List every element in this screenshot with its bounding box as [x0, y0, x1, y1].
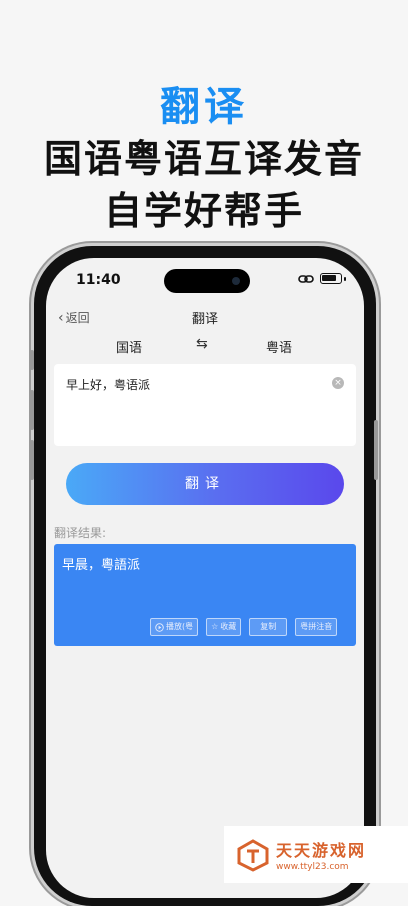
watermark-logo-icon: [237, 838, 269, 872]
phone-screen: 11:40 ‹ 返回 翻译 国语 ⇆ 粤语 早上好，粤语派 × 翻译 翻译结果:…: [46, 258, 364, 898]
nav-bar: ‹ 返回 翻译: [46, 306, 364, 330]
dynamic-island: [164, 269, 250, 293]
star-icon: ☆: [211, 622, 219, 631]
result-text: 早晨，粵語派: [62, 558, 141, 573]
result-actions: 播放(粤 ☆ 收藏 复制 粤拼注音: [150, 618, 338, 636]
watermark: 天天游戏网 www.ttyl23.com: [224, 826, 408, 883]
play-label: 播放(粤: [166, 622, 194, 631]
status-time: 11:40: [76, 272, 121, 288]
translate-button[interactable]: 翻译: [66, 463, 344, 505]
copy-label: 复制: [260, 622, 277, 631]
favorite-button[interactable]: ☆ 收藏: [206, 618, 242, 636]
clear-icon[interactable]: ×: [332, 377, 344, 389]
source-text-input[interactable]: 早上好，粤语派 ×: [54, 364, 356, 446]
headline-subtitle-2: 自学好帮手: [103, 189, 304, 233]
target-language[interactable]: 粤语: [266, 337, 292, 356]
result-label: 翻译结果:: [54, 526, 107, 540]
phone-side-button: [374, 420, 378, 480]
swap-icon[interactable]: ⇆: [196, 336, 208, 352]
link-icon: [298, 274, 314, 283]
status-icons: [298, 273, 346, 284]
phone-side-button: [30, 390, 34, 430]
headline-subtitle-1: 国语粤语互译发音: [43, 137, 364, 181]
battery-icon: [320, 273, 342, 284]
play-button[interactable]: 播放(粤: [150, 618, 199, 636]
watermark-url: www.ttyl23.com: [276, 862, 349, 872]
copy-button[interactable]: 复制: [249, 618, 288, 636]
page-title: 翻译: [191, 312, 218, 327]
play-icon: [155, 622, 164, 632]
phone-side-button: [30, 440, 34, 480]
watermark-name: 天天游戏网: [276, 841, 367, 860]
result-panel: 早晨，粵語派 播放(粤 ☆ 收藏 复制 粤拼注音: [54, 544, 356, 646]
source-language[interactable]: 国语: [116, 337, 142, 356]
pinyin-button[interactable]: 粤拼注音: [295, 618, 338, 636]
language-selector: 国语 ⇆ 粤语: [46, 334, 364, 358]
phone-side-button: [30, 350, 34, 370]
input-text[interactable]: 早上好，粤语派: [66, 376, 150, 393]
headline-title: 翻译: [160, 84, 248, 130]
favorite-label: 收藏: [220, 622, 237, 631]
pinyin-label: 粤拼注音: [300, 622, 333, 631]
